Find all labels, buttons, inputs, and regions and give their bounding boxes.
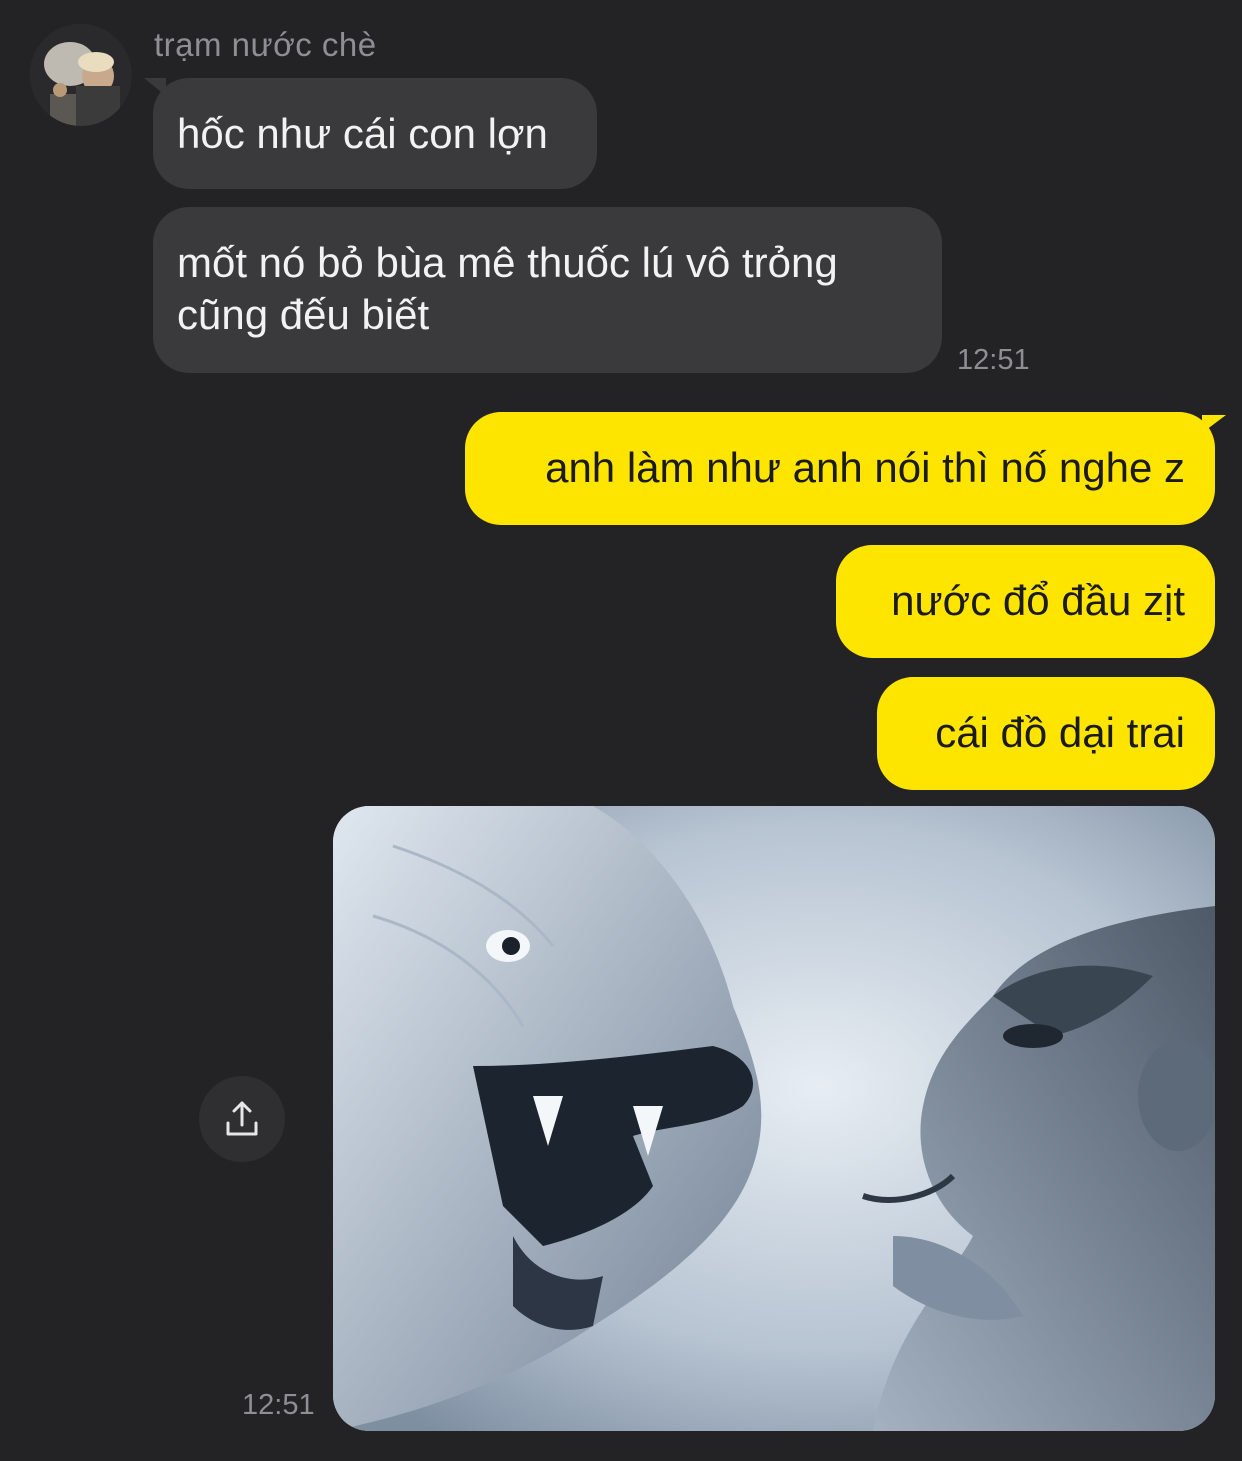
lion-and-chimp-image [333, 806, 1215, 1431]
incoming-message-bubble[interactable]: hốc như cái con lợn [153, 78, 597, 189]
photo-message[interactable] [333, 806, 1215, 1431]
share-icon [226, 1101, 258, 1136]
incoming-message-bubble[interactable]: mốt nó bỏ bùa mê thuốc lú vô trỏng cũng … [153, 207, 942, 373]
sender-name: trạm nước chè [154, 26, 377, 63]
incoming-message-text: mốt nó bỏ bùa mê thuốc lú vô trỏng cũng … [177, 239, 838, 338]
incoming-timestamp: 12:51 [957, 344, 1030, 376]
outgoing-message-text: cái đồ dại trai [935, 709, 1185, 756]
photo-timestamp: 12:51 [242, 1389, 315, 1421]
sender-avatar[interactable] [30, 24, 132, 126]
outgoing-message-bubble[interactable]: anh làm như anh nói thì nố nghe z [465, 412, 1215, 525]
outgoing-message-bubble[interactable]: cái đồ dại trai [877, 677, 1215, 790]
incoming-message-text: hốc như cái con lợn [177, 110, 548, 157]
outgoing-message-text: nước đổ đầu zịt [891, 577, 1185, 624]
outgoing-message-text: anh làm như anh nói thì nố nghe z [545, 444, 1185, 491]
share-button[interactable] [199, 1076, 285, 1162]
outgoing-message-bubble[interactable]: nước đổ đầu zịt [836, 545, 1215, 658]
